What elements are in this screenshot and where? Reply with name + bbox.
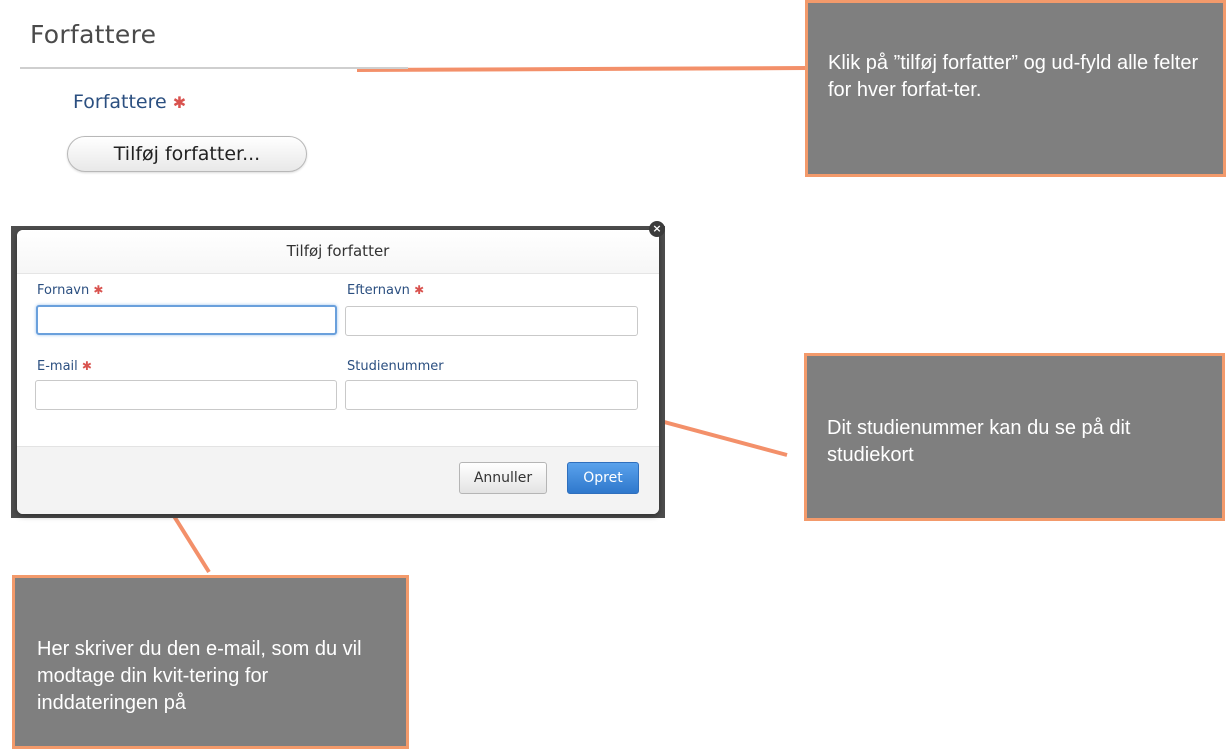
callout-add-author: Klik på ”tilføj forfatter” og ud-fyld al… (805, 0, 1226, 177)
last-name-label: Efternavn ✱ (347, 283, 424, 298)
dialog-footer (17, 446, 659, 514)
section-title: Forfattere (30, 20, 157, 49)
required-icon: ✱ (81, 359, 92, 373)
required-icon: ✱ (172, 93, 187, 112)
dialog-title: Tilføj forfatter (17, 230, 659, 274)
connector-add-author (356, 66, 809, 72)
create-button[interactable]: Opret (567, 462, 639, 494)
email-label: E-mail ✱ (37, 359, 92, 374)
first-name-input[interactable] (36, 305, 337, 335)
authors-field-label: Forfattere ✱ (73, 91, 186, 113)
add-author-dialog: Tilføj forfatter Fornavn ✱ Efternavn ✱ E… (17, 230, 659, 514)
first-name-label: Fornavn ✱ (37, 283, 103, 298)
required-icon: ✱ (93, 283, 104, 297)
student-number-input[interactable] (345, 380, 638, 410)
close-icon[interactable]: × (649, 221, 665, 237)
first-name-label-text: Fornavn (37, 283, 90, 298)
callout-student-number: Dit studienummer kan du se på dit studie… (804, 353, 1225, 521)
last-name-label-text: Efternavn (347, 283, 410, 298)
email-label-text: E-mail (37, 359, 78, 374)
cancel-button[interactable]: Annuller (459, 462, 547, 494)
authors-label-text: Forfattere (73, 91, 167, 113)
add-author-button[interactable]: Tilføj forfatter... (67, 136, 307, 172)
callout-email: Her skriver du den e-mail, som du vil mo… (12, 575, 409, 749)
last-name-input[interactable] (345, 306, 638, 336)
student-number-label: Studienummer (347, 359, 444, 374)
required-icon: ✱ (414, 283, 425, 297)
section-divider (20, 67, 408, 69)
email-input[interactable] (35, 380, 337, 410)
